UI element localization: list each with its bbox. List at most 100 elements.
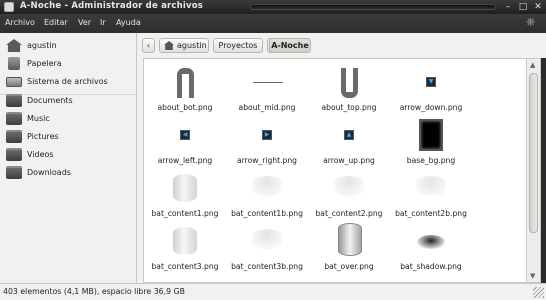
window-title: A-Noche - Administrador de archivos <box>20 1 204 11</box>
scroll-up-icon[interactable]: ▲ <box>530 61 535 69</box>
file-name: bat_content3b.png <box>231 262 303 271</box>
back-button[interactable]: ‹ <box>142 38 155 53</box>
file-name: arrow_up.png <box>323 156 375 165</box>
file-name: about_mid.png <box>238 103 296 112</box>
title-decoration <box>250 4 496 10</box>
scroll-down-icon[interactable]: ▼ <box>530 272 535 280</box>
file-name: about_bot.png <box>157 103 213 112</box>
sidebar-item-pictures[interactable]: Pictures <box>0 128 137 146</box>
image-thumbnail <box>334 176 364 196</box>
sidebar-item-videos[interactable]: Videos <box>0 146 137 164</box>
image-thumbnail <box>252 229 282 249</box>
resize-grip-icon[interactable] <box>533 287 544 298</box>
sidebar-item-downloads[interactable]: Downloads <box>0 164 137 182</box>
crumb-label: Proyectos <box>218 41 258 50</box>
crumb-a-noche[interactable]: A-Noche <box>269 38 311 53</box>
file-name: bat_content2b.png <box>395 209 467 218</box>
menu-bar: Archivo Editar Ver Ir Ayuda ❋ <box>0 14 546 33</box>
sidebar-item-documents[interactable]: Documents <box>0 92 137 110</box>
scrollbar-thumb[interactable] <box>529 73 538 233</box>
crumb-proyectos[interactable]: Proyectos <box>213 38 263 53</box>
file-item[interactable]: bat_over.png <box>308 221 390 273</box>
sidebar-item-trash[interactable]: Papelera <box>0 55 137 73</box>
folder-icon <box>6 148 22 161</box>
sidebar: agustin Papelera Sistema de archivos Doc… <box>0 33 137 283</box>
file-item[interactable]: about_top.png <box>308 62 390 114</box>
status-bar: 403 elementos (4,1 MB), espacio libre 36… <box>0 283 546 300</box>
image-thumbnail <box>416 176 446 196</box>
arrow-left-icon: ◀ <box>180 130 190 140</box>
file-item[interactable]: base_bg.png <box>390 115 472 167</box>
folder-icon <box>6 112 22 125</box>
menu-archivo[interactable]: Archivo <box>5 18 35 27</box>
file-item[interactable]: bat_content1.png <box>144 168 226 220</box>
menu-ver[interactable]: Ver <box>78 18 91 27</box>
folder-icon <box>6 130 22 143</box>
file-name: about_top.png <box>321 103 377 112</box>
file-name: bat_over.png <box>324 262 374 271</box>
file-item[interactable]: ▼ arrow_down.png <box>390 62 472 114</box>
trash-icon <box>8 57 20 70</box>
file-name: bat_content2.png <box>315 209 383 218</box>
file-item[interactable]: bat_shadow.png <box>390 221 472 273</box>
file-item[interactable]: bat_content3b.png <box>226 221 308 273</box>
file-item[interactable]: ▲ arrow_up.png <box>308 115 390 167</box>
minimize-icon[interactable]: – <box>503 2 513 12</box>
image-thumbnail <box>341 68 358 98</box>
sidebar-item-home[interactable]: agustin <box>0 37 137 55</box>
folder-icon <box>6 166 22 179</box>
sidebar-item-music[interactable]: Music <box>0 110 137 128</box>
menu-ayuda[interactable]: Ayuda <box>116 18 141 27</box>
sidebar-item-label: agustin <box>27 41 57 50</box>
file-name: arrow_down.png <box>399 103 463 112</box>
file-item[interactable]: ▶ arrow_right.png <box>226 115 308 167</box>
close-icon[interactable]: ✕ <box>533 2 543 12</box>
image-thumbnail <box>253 82 283 83</box>
sidebar-item-label: Documents <box>27 96 73 105</box>
vertical-scrollbar[interactable]: ▲ ▼ <box>527 58 541 283</box>
home-icon <box>6 39 22 52</box>
image-thumbnail <box>173 227 197 255</box>
sidebar-item-label: Downloads <box>27 168 71 177</box>
file-item[interactable]: about_bot.png <box>144 62 226 114</box>
file-item[interactable]: bat_content3.png <box>144 221 226 273</box>
activity-spinner-icon: ❋ <box>526 16 536 29</box>
image-thumbnail <box>173 174 197 202</box>
sidebar-item-label: Music <box>27 114 50 123</box>
sidebar-item-label: Videos <box>27 150 54 159</box>
crumb-home[interactable]: agustin <box>159 38 209 53</box>
arrow-right-icon: ▶ <box>262 130 272 140</box>
crumb-label: A-Noche <box>271 41 309 50</box>
image-thumbnail <box>417 235 445 249</box>
file-item[interactable]: bat_content2.png <box>308 168 390 220</box>
drive-icon <box>6 77 22 87</box>
file-item[interactable]: ◀ arrow_left.png <box>144 115 226 167</box>
image-thumbnail <box>252 176 282 196</box>
file-view: about_bot.png about_mid.png about_top.pn… <box>143 58 527 283</box>
sidebar-item-label: Pictures <box>27 132 59 141</box>
home-icon <box>164 41 174 50</box>
menu-editar[interactable]: Editar <box>44 18 68 27</box>
sidebar-item-label: Sistema de archivos <box>27 77 108 86</box>
maximize-icon[interactable]: □ <box>518 2 528 12</box>
path-bar: ‹ agustin Proyectos › A-Noche <box>137 33 546 58</box>
file-item[interactable]: bat_content2b.png <box>390 168 472 220</box>
file-item[interactable]: about_mid.png <box>226 62 308 114</box>
file-name: bat_content3.png <box>151 262 219 271</box>
file-name: bat_content1b.png <box>231 209 303 218</box>
file-item[interactable]: bat_content1b.png <box>226 168 308 220</box>
file-name: bat_content1.png <box>151 209 219 218</box>
title-bar: A-Noche - Administrador de archivos – □ … <box>0 0 546 14</box>
file-name: arrow_left.png <box>157 156 213 165</box>
file-name: arrow_right.png <box>237 156 297 165</box>
arrow-down-icon: ▼ <box>426 77 436 87</box>
file-name: base_bg.png <box>406 156 456 165</box>
sidebar-item-label: Papelera <box>27 59 62 68</box>
menu-ir[interactable]: Ir <box>100 18 106 27</box>
folder-icon <box>6 94 22 107</box>
app-icon[interactable] <box>4 2 14 12</box>
sidebar-item-filesystem[interactable]: Sistema de archivos <box>0 73 137 91</box>
status-text: 403 elementos (4,1 MB), espacio libre 36… <box>3 287 185 296</box>
file-name: bat_shadow.png <box>400 262 462 271</box>
crumb-label: agustin <box>177 41 207 50</box>
